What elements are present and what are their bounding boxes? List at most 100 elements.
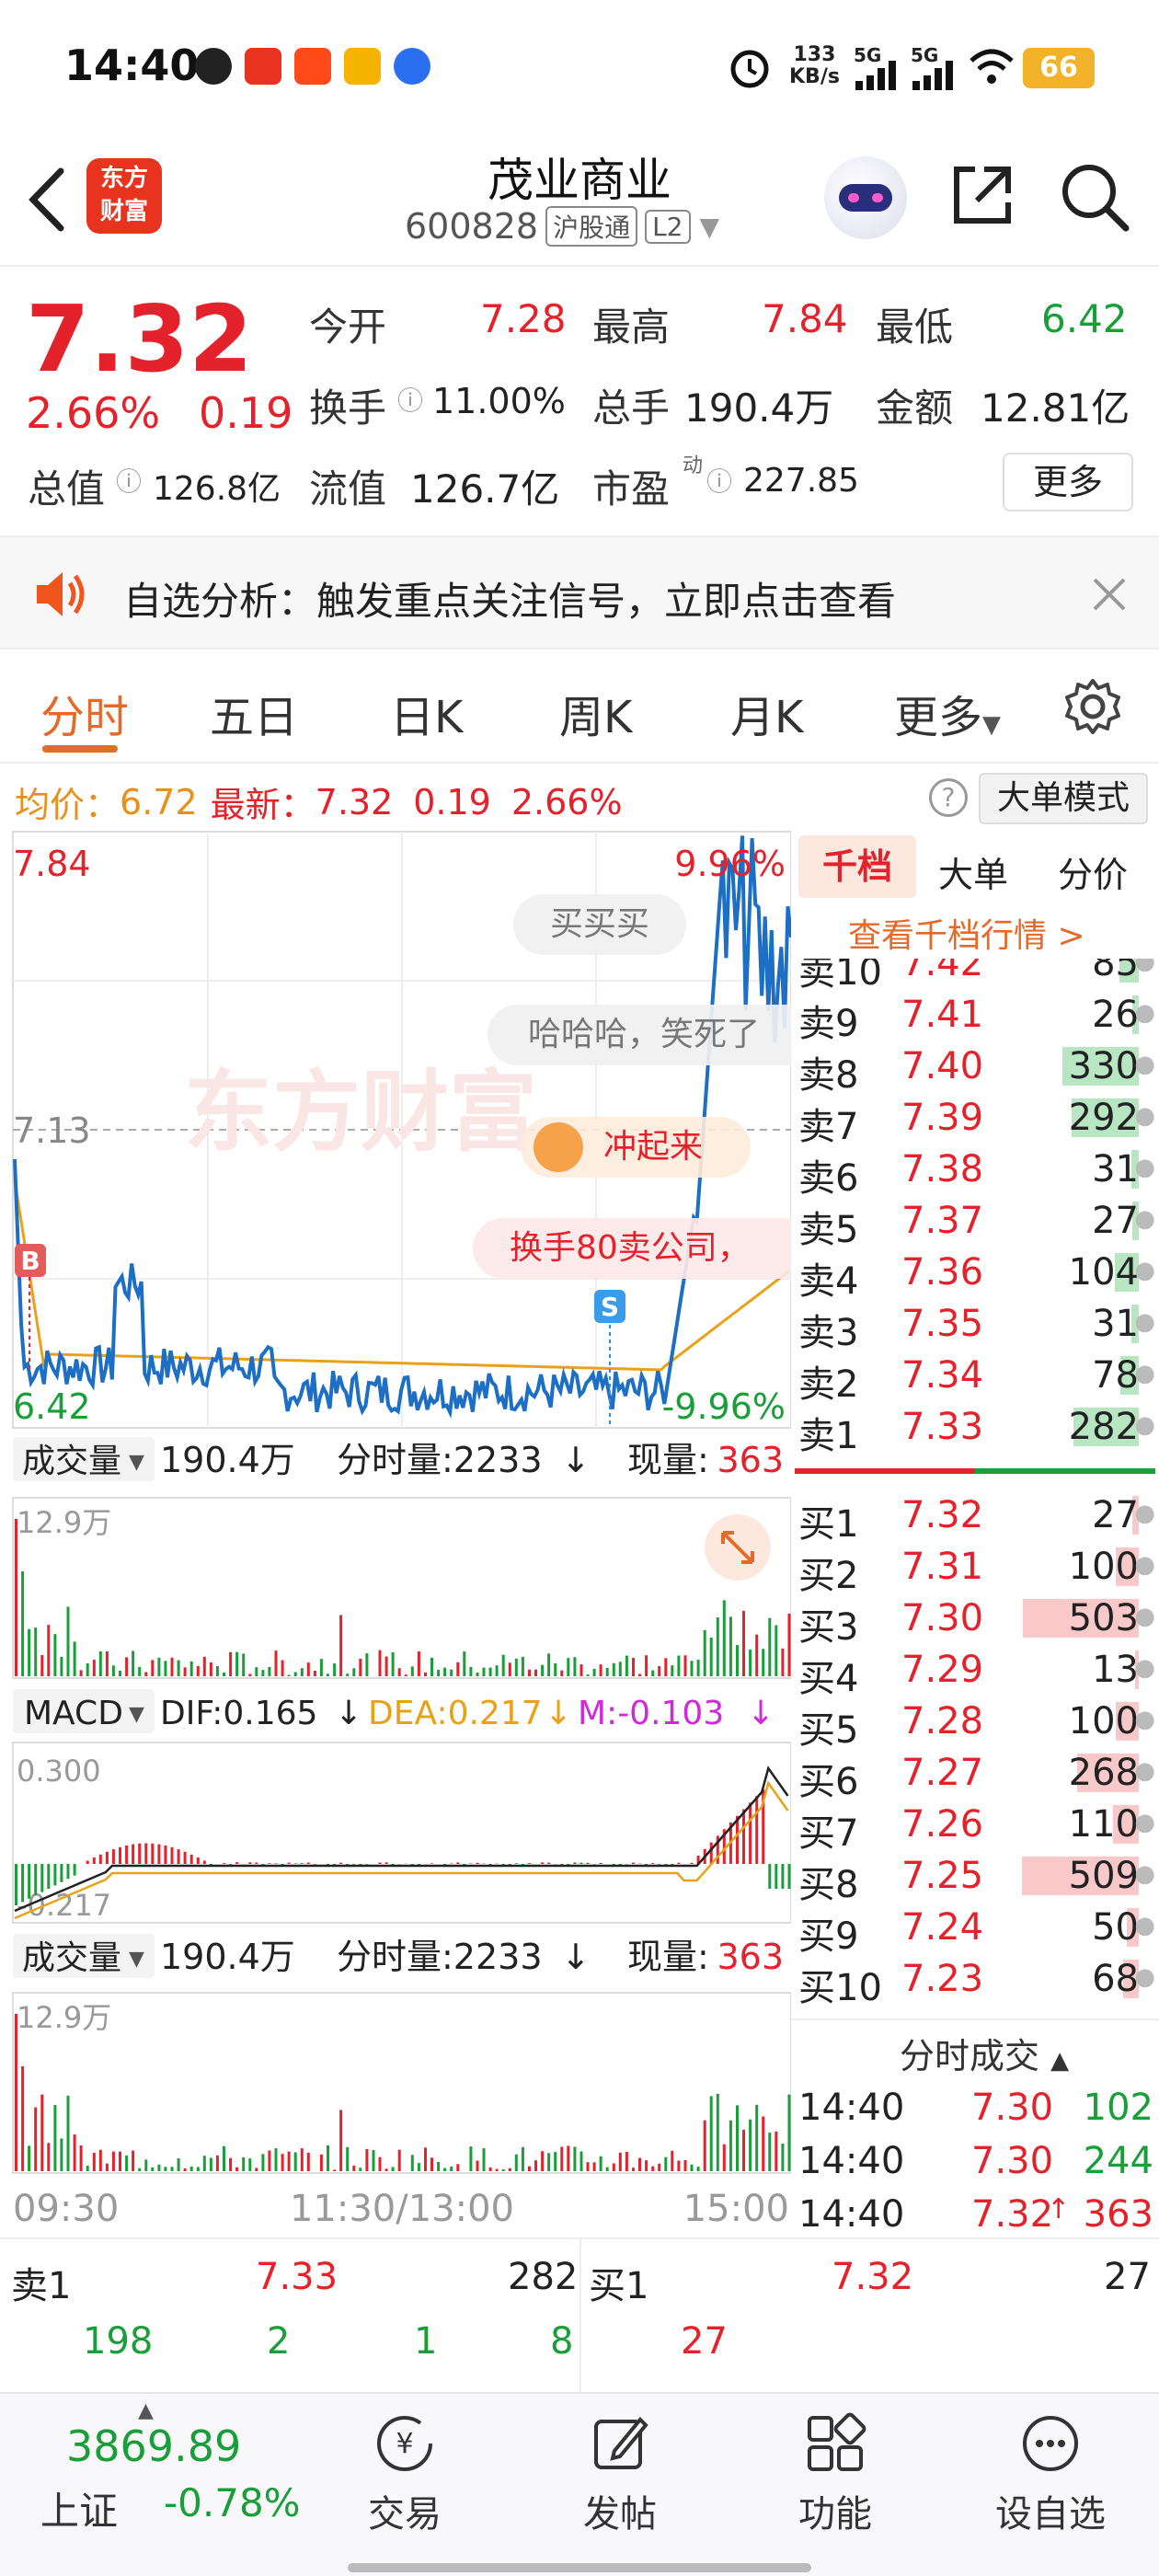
dot-icon: ● xyxy=(1134,1809,1155,1836)
big-order-mode-button[interactable]: 大单模式 xyxy=(979,773,1148,824)
level-price: 7.32 xyxy=(901,1494,984,1536)
qiandang-link[interactable]: 查看千档行情 > xyxy=(848,909,1085,957)
volume-bar xyxy=(229,1651,233,1676)
nav-trade[interactable]: ¥ 交易 xyxy=(331,2410,478,2537)
nav-add-watchlist[interactable]: 设自选 xyxy=(977,2410,1124,2537)
info-icon[interactable]: ⓘ xyxy=(706,462,732,499)
tab-big-order[interactable]: 大单 xyxy=(938,846,1008,897)
buy-marker-label: B xyxy=(20,1246,40,1276)
tab-intraday[interactable]: 分时 xyxy=(40,681,129,745)
ask-row[interactable]: 卖4 7.36 104 ● xyxy=(791,1246,1159,1303)
volume-bar xyxy=(599,2156,602,2171)
volume-bar xyxy=(703,1629,706,1676)
macd-bar xyxy=(157,1844,161,1864)
volume-bar xyxy=(605,1667,609,1676)
nav-functions[interactable]: 功能 xyxy=(762,2410,909,2537)
index-pct[interactable]: -0.78% xyxy=(164,2480,301,2525)
bt-bid-order: 27 xyxy=(681,2320,728,2363)
more-button[interactable]: 更多 xyxy=(1003,453,1133,512)
index-name[interactable]: 上证 xyxy=(40,2480,118,2536)
tab-weekly-k[interactable]: 周K xyxy=(559,681,632,745)
volume-bar xyxy=(501,1654,505,1676)
net-unit: KB/s xyxy=(789,65,840,88)
volume-bar xyxy=(410,2155,414,2171)
bid-row[interactable]: 买10 7.23 68 ● xyxy=(791,1952,1159,2004)
share-icon[interactable] xyxy=(947,160,1017,230)
bid-row[interactable]: 买1 7.32 27 ● xyxy=(791,1489,1159,1546)
banner-text[interactable]: 自选分析：触发重点关注信号，立即点击查看 xyxy=(123,570,896,627)
bid-row[interactable]: 买6 7.27 268 ● xyxy=(791,1746,1159,1803)
macd-bar xyxy=(547,1862,551,1864)
macd-bar xyxy=(586,1862,590,1864)
volume-bar xyxy=(716,2093,719,2171)
robot-icon[interactable] xyxy=(824,156,907,239)
volume-bar xyxy=(66,2095,70,2171)
volume-bar xyxy=(560,1670,564,1676)
bid-row[interactable]: 买8 7.25 509 ● xyxy=(791,1849,1159,1906)
info-icon[interactable]: ⓘ xyxy=(116,462,142,499)
volume-bar xyxy=(632,1658,635,1676)
tick-trades-title[interactable]: 分时成交 ▲ xyxy=(900,2028,1069,2078)
intraday-chart-area[interactable]: 东方财富 7.84 9.96% 7.13 6.42 -9.96% B S 成交量… xyxy=(0,830,793,2237)
time-axis-end: 15:00 xyxy=(683,2188,789,2230)
tab-qiandang[interactable]: 千档 xyxy=(798,835,916,898)
dot-icon: ● xyxy=(1134,1360,1155,1387)
close-icon[interactable] xyxy=(1091,576,1128,613)
macd-bar xyxy=(274,1863,278,1864)
tab-price-dist[interactable]: 分价 xyxy=(1058,846,1128,897)
level-price: 7.33 xyxy=(901,1406,984,1448)
level-price: 7.23 xyxy=(901,1958,984,2000)
volume-bar xyxy=(132,1650,135,1676)
pe-dynamic-sup: 动 xyxy=(683,454,704,477)
macd-bar xyxy=(223,1863,225,1864)
volume-bar xyxy=(47,1625,51,1676)
signal-banner[interactable]: 自选分析：触发重点关注信号，立即点击查看 xyxy=(0,535,1159,650)
ask-row[interactable]: 卖6 7.38 31 ● xyxy=(791,1143,1159,1200)
tab-monthly-k[interactable]: 月K xyxy=(730,681,803,745)
danmu-comment[interactable]: 哈哈哈，笑死了 xyxy=(488,1005,791,1065)
ask-row[interactable]: 卖7 7.39 292 ● xyxy=(791,1091,1159,1148)
wifi-icon xyxy=(970,49,1014,84)
volume-bar xyxy=(40,1655,44,1676)
volume-bar xyxy=(235,1651,239,1676)
level-label: 买10 xyxy=(798,1967,882,2004)
stock-code-row[interactable]: 600828 沪股通 L2 ▼ xyxy=(405,206,719,247)
danmu-comment[interactable]: 买买买 xyxy=(513,894,687,955)
level-price: 7.37 xyxy=(901,1200,984,1242)
bid-row[interactable]: 买7 7.26 110 ● xyxy=(791,1798,1159,1855)
ask-row[interactable]: 卖5 7.37 27 ● xyxy=(791,1194,1159,1251)
bid-row[interactable]: 买3 7.30 503 ● xyxy=(791,1592,1159,1649)
ask-row[interactable]: 卖8 7.40 330 ● xyxy=(791,1040,1159,1097)
bid-row[interactable]: 买9 7.24 50 ● xyxy=(791,1901,1159,1958)
ask-row[interactable]: 卖1 7.33 282 ● xyxy=(791,1400,1159,1457)
danmu-comment-highlight[interactable]: 冲起来 xyxy=(521,1117,751,1178)
ask-row[interactable]: 卖3 7.35 31 ● xyxy=(791,1297,1159,1354)
tab-daily-k[interactable]: 日K xyxy=(390,681,463,745)
nav-post[interactable]: 发帖 xyxy=(546,2410,694,2537)
macd-bar xyxy=(177,1849,180,1864)
index-value[interactable]: 3869.89 xyxy=(66,2421,241,2471)
tab-five-day[interactable]: 五日 xyxy=(210,681,298,745)
settings-icon[interactable] xyxy=(1063,677,1122,736)
volume-bar xyxy=(170,1657,174,1676)
bid-row[interactable]: 买2 7.31 100 ● xyxy=(791,1540,1159,1597)
ask-row[interactable]: 卖10 7.42 85 ● xyxy=(791,959,1159,994)
tab-more[interactable]: 更多▼ xyxy=(894,681,1001,745)
danmu-comment[interactable]: 换手80卖公司， xyxy=(473,1218,791,1279)
info-icon[interactable]: ⓘ xyxy=(397,381,423,418)
bid-row[interactable]: 买5 7.28 100 ● xyxy=(791,1695,1159,1752)
ask-row[interactable]: 卖2 7.34 78 ● xyxy=(791,1349,1159,1406)
volume-bar xyxy=(268,2150,271,2171)
volume-bar xyxy=(384,2168,388,2171)
level-volume: 292 xyxy=(1068,1097,1139,1139)
search-icon[interactable] xyxy=(1058,160,1131,234)
bid-row[interactable]: 买4 7.29 13 ● xyxy=(791,1643,1159,1700)
amount-value: 12.81亿 xyxy=(981,385,1130,431)
volume-bar xyxy=(580,2151,583,2171)
level-label: 卖1 xyxy=(798,1415,859,1457)
ask-row[interactable]: 卖9 7.41 26 ● xyxy=(791,988,1159,1045)
volume-bar xyxy=(450,1669,453,1676)
volume-bar xyxy=(690,2164,694,2171)
help-icon[interactable]: ? xyxy=(929,778,968,817)
bot-pct-label: -9.96% xyxy=(662,1386,786,1427)
